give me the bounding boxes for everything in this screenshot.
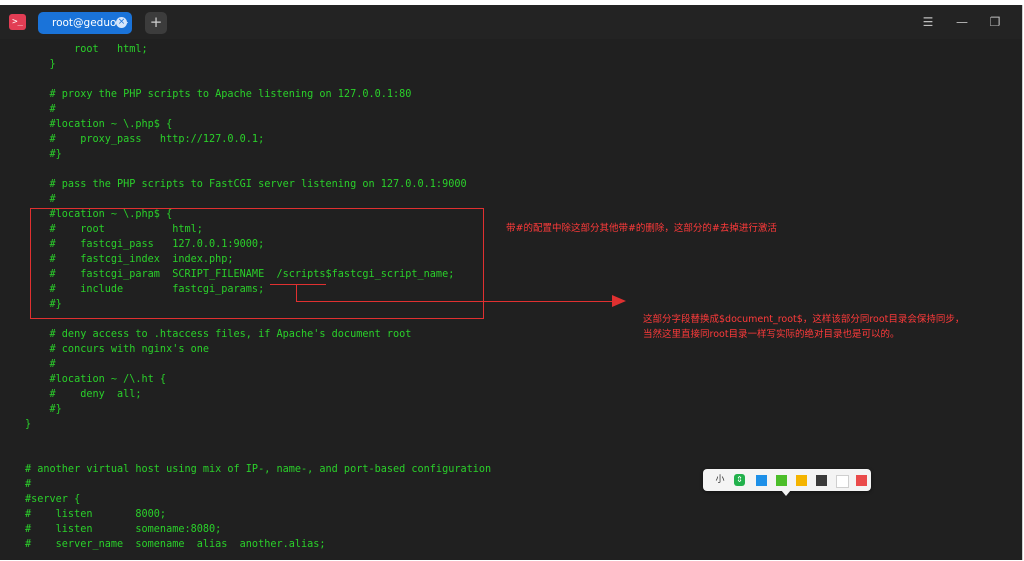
terminal-line: #}: [25, 299, 62, 310]
minimize-icon[interactable]: —: [952, 13, 972, 31]
terminal-line: #}: [25, 149, 62, 160]
terminal-line: # another virtual host using mix of IP-,…: [25, 464, 492, 475]
menu-icon[interactable]: ☰: [918, 13, 938, 31]
toolbar-pointer: [781, 490, 791, 496]
terminal-tab[interactable]: root@geduo:~ ×: [38, 12, 132, 34]
dark-gray-swatch[interactable]: [816, 475, 827, 486]
terminal-line: # concurs with nginx's one: [25, 344, 210, 355]
size-selector[interactable]: 小: [713, 473, 727, 487]
annotation-note-1: 带#的配置中除这部分其他带#的删除，这部分的#去掉进行激活: [506, 223, 777, 234]
arrow-connector: [296, 284, 297, 301]
terminal-line: }: [25, 59, 56, 70]
terminal-line: # deny all;: [25, 389, 142, 400]
maximize-icon[interactable]: ❐: [985, 13, 1005, 31]
terminal-line: # fastcgi_param SCRIPT_FILENAME /scripts…: [25, 269, 455, 280]
blue-swatch[interactable]: [756, 475, 767, 486]
new-tab-button[interactable]: +: [145, 12, 167, 34]
terminal-line: #: [25, 359, 56, 370]
terminal-line: # listen somename:8080;: [25, 524, 222, 535]
terminal-line: # proxy the PHP scripts to Apache listen…: [25, 89, 412, 100]
close-icon[interactable]: ×: [116, 17, 127, 28]
terminal-line: #location ~ /\.ht {: [25, 374, 167, 385]
terminal-line: # deny access to .htaccess files, if Apa…: [25, 329, 412, 340]
terminal-line: #location ~ \.php$ {: [25, 209, 173, 220]
terminal-line: # fastcgi_pass 127.0.0.1:9000;: [25, 239, 265, 250]
terminal-line: #: [25, 194, 56, 205]
terminal-line: # proxy_pass http://127.0.0.1;: [25, 134, 265, 145]
annotation-note-2-line-2: 当然这里直接同root目录一样写实际的绝对目录也是可以的。: [643, 329, 900, 340]
title-bar: >_ root@geduo:~ × + ☰ — ❐: [0, 5, 1022, 39]
terminal-line: # listen 8000;: [25, 509, 167, 520]
terminal-line: #}: [25, 404, 62, 415]
red-swatch[interactable]: [856, 475, 867, 486]
yellow-swatch[interactable]: [796, 475, 807, 486]
terminal-line: root html;: [25, 44, 148, 55]
terminal-line: # root html;: [25, 224, 203, 235]
terminal-line: #server {: [25, 494, 81, 505]
terminal-line: # server_name somename alias another.ali…: [25, 539, 326, 550]
terminal-line: #: [25, 479, 32, 490]
terminal-icon[interactable]: >_: [9, 14, 26, 30]
highlight-underline: [270, 284, 326, 285]
terminal-line: #location ~ \.php$ {: [25, 119, 173, 130]
arrow-head: [612, 295, 626, 307]
terminal-line: }: [25, 419, 32, 430]
annotation-note-2-line-1: 这部分字段替换成$document_root$，这样该部分同root目录会保持同…: [643, 314, 965, 325]
arrow-line: [296, 301, 614, 302]
terminal-line: # pass the PHP scripts to FastCGI server…: [25, 179, 467, 190]
white-swatch[interactable]: [836, 475, 849, 488]
terminal-line: # fastcgi_index index.php;: [25, 254, 234, 265]
annotation-toolbar: 小 ⇕: [703, 469, 871, 491]
terminal-line: # include fastcgi_params;: [25, 284, 265, 295]
green-swatch[interactable]: [776, 475, 787, 486]
size-stepper-icon[interactable]: ⇕: [734, 474, 745, 486]
terminal-line: #: [25, 104, 56, 115]
